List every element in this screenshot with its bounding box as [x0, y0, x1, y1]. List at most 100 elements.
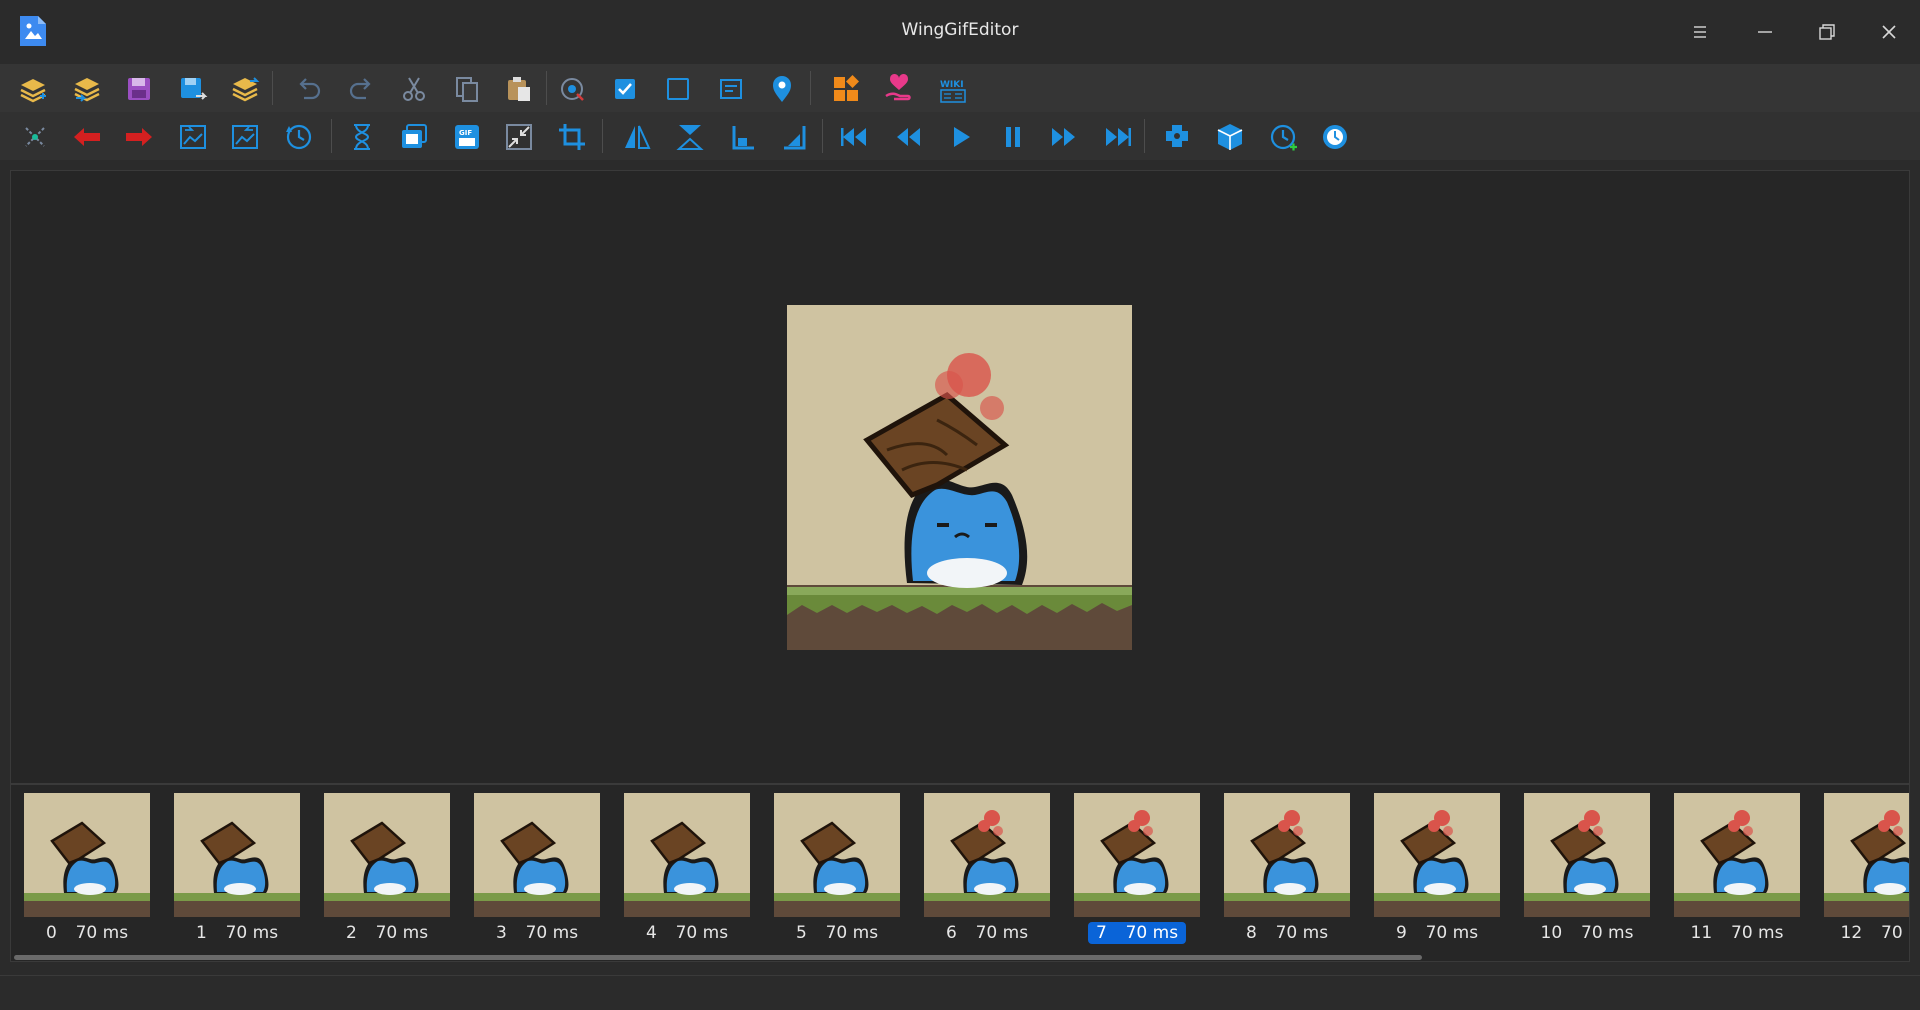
frame-thumbnail	[924, 793, 1050, 917]
frame-toolbar: GIF	[0, 112, 1920, 160]
play-button[interactable]	[944, 120, 978, 154]
sponsor-button[interactable]	[882, 72, 916, 106]
set-delay-icon	[354, 124, 370, 150]
wiki-button[interactable]: WIKI	[936, 72, 970, 106]
undo-button[interactable]	[292, 72, 326, 106]
frame-item[interactable]: 11 70 ms	[1674, 793, 1800, 945]
gif-preview-image	[787, 305, 1132, 650]
flip-vertical-button[interactable]	[673, 120, 707, 154]
restore-icon	[1819, 24, 1835, 40]
frame-item[interactable]: 9 70 ms	[1374, 793, 1500, 945]
insert-image-after-button[interactable]	[228, 120, 262, 154]
import-layers-button[interactable]	[70, 72, 104, 106]
select-all-button[interactable]	[608, 72, 642, 106]
frame-item[interactable]: 3 70 ms	[474, 793, 600, 945]
reverse-select-button[interactable]	[714, 72, 748, 106]
select-all-icon	[615, 79, 635, 99]
close-button[interactable]	[1871, 14, 1907, 50]
restore-button[interactable]	[1809, 14, 1845, 50]
frame-item[interactable]: 6 70 ms	[924, 793, 1050, 945]
frame-item[interactable]: 0 70 ms	[24, 793, 150, 945]
frame-label: 5 70 ms	[774, 923, 900, 945]
reverse-select-icon	[720, 79, 742, 99]
insert-image-before-button[interactable]	[176, 120, 210, 154]
first-frame-button[interactable]	[838, 120, 872, 154]
add-delay-button[interactable]	[1266, 120, 1300, 154]
frame-index: 2	[345, 923, 357, 943]
create-gif-button[interactable]: GIF	[450, 120, 484, 154]
toolbar-separator	[602, 119, 603, 153]
export-layers-button[interactable]	[228, 72, 262, 106]
prev-frame-button[interactable]	[891, 120, 925, 154]
save-button[interactable]	[122, 72, 156, 106]
move-right-button[interactable]	[122, 120, 156, 154]
frame-delay: 70 ms	[1121, 922, 1183, 944]
new-layers-button[interactable]	[16, 72, 50, 106]
frame-delay: 70 ms	[1881, 923, 1909, 943]
reduce-delay-icon	[1323, 125, 1347, 149]
frame-index: 12	[1840, 923, 1863, 943]
reverse-frames-button[interactable]	[282, 120, 316, 154]
frame-item[interactable]: 1 70 ms	[174, 793, 300, 945]
copy-button[interactable]	[450, 72, 484, 106]
pause-icon	[1006, 127, 1020, 147]
crop-button[interactable]	[555, 120, 589, 154]
horizontal-scrollbar[interactable]	[14, 955, 1422, 960]
next-frame-icon	[1052, 128, 1075, 146]
frame-index: 10	[1540, 923, 1563, 943]
reduce-delay-button[interactable]	[1318, 120, 1352, 154]
scale-button[interactable]	[502, 120, 536, 154]
cut-button[interactable]	[397, 72, 431, 106]
flip-vertical-icon	[676, 125, 704, 150]
frame-item[interactable]: 8 70 ms	[1224, 793, 1350, 945]
rotate-right-button[interactable]	[778, 120, 812, 154]
add-delay-icon	[1270, 124, 1297, 151]
frame-item[interactable]: 12 70 ms	[1824, 793, 1909, 945]
menu-button[interactable]	[1682, 14, 1718, 50]
play-icon	[954, 127, 970, 147]
insert-image-before-icon	[180, 125, 206, 149]
minimize-button[interactable]	[1747, 14, 1783, 50]
frame-thumbnail	[1374, 793, 1500, 917]
model-button[interactable]	[1160, 120, 1194, 154]
frame-item[interactable]: 4 70 ms	[624, 793, 750, 945]
frame-label: 6 70 ms	[924, 923, 1050, 945]
goto-button[interactable]	[765, 72, 799, 106]
set-delay-button[interactable]	[345, 120, 379, 154]
last-frame-button[interactable]	[1100, 120, 1134, 154]
save-as-button[interactable]	[176, 72, 210, 106]
frame-label: 7 70 ms	[1074, 922, 1200, 945]
frame-item[interactable]: 10 70 ms	[1524, 793, 1650, 945]
redo-button[interactable]	[344, 72, 378, 106]
frame-item[interactable]: 7 70 ms	[1074, 793, 1200, 945]
copy-icon	[456, 77, 478, 102]
next-frame-button[interactable]	[1047, 120, 1081, 154]
plugin-button[interactable]	[829, 72, 863, 106]
frame-delay: 70 ms	[1425, 923, 1479, 943]
reverse-frames-icon	[286, 124, 312, 150]
pause-button[interactable]	[996, 120, 1030, 154]
toolbar-separator	[810, 71, 811, 105]
frame-label: 12 70 ms	[1824, 923, 1909, 945]
frame-delay: 70 ms	[1275, 923, 1329, 943]
frame-item[interactable]: 5 70 ms	[774, 793, 900, 945]
box-button[interactable]	[1213, 120, 1247, 154]
frame-index: 4	[645, 923, 657, 943]
frame-index: 9	[1395, 923, 1407, 943]
plugin-icon	[834, 75, 859, 101]
rotate-left-button[interactable]	[726, 120, 760, 154]
redo-icon	[349, 78, 371, 100]
flip-horizontal-button[interactable]	[620, 120, 654, 154]
delete-frames-button[interactable]	[18, 120, 52, 154]
move-left-button[interactable]	[70, 120, 104, 154]
deselect-button[interactable]	[661, 72, 695, 106]
toolbar-separator	[331, 119, 332, 153]
merge-button[interactable]	[397, 120, 431, 154]
pick-button[interactable]	[555, 72, 589, 106]
save-icon	[128, 78, 150, 100]
frame-label: 3 70 ms	[474, 923, 600, 945]
menu-icon	[1694, 26, 1706, 38]
paste-button[interactable]	[502, 72, 536, 106]
frame-thumbnail	[1224, 793, 1350, 917]
frame-item[interactable]: 2 70 ms	[324, 793, 450, 945]
